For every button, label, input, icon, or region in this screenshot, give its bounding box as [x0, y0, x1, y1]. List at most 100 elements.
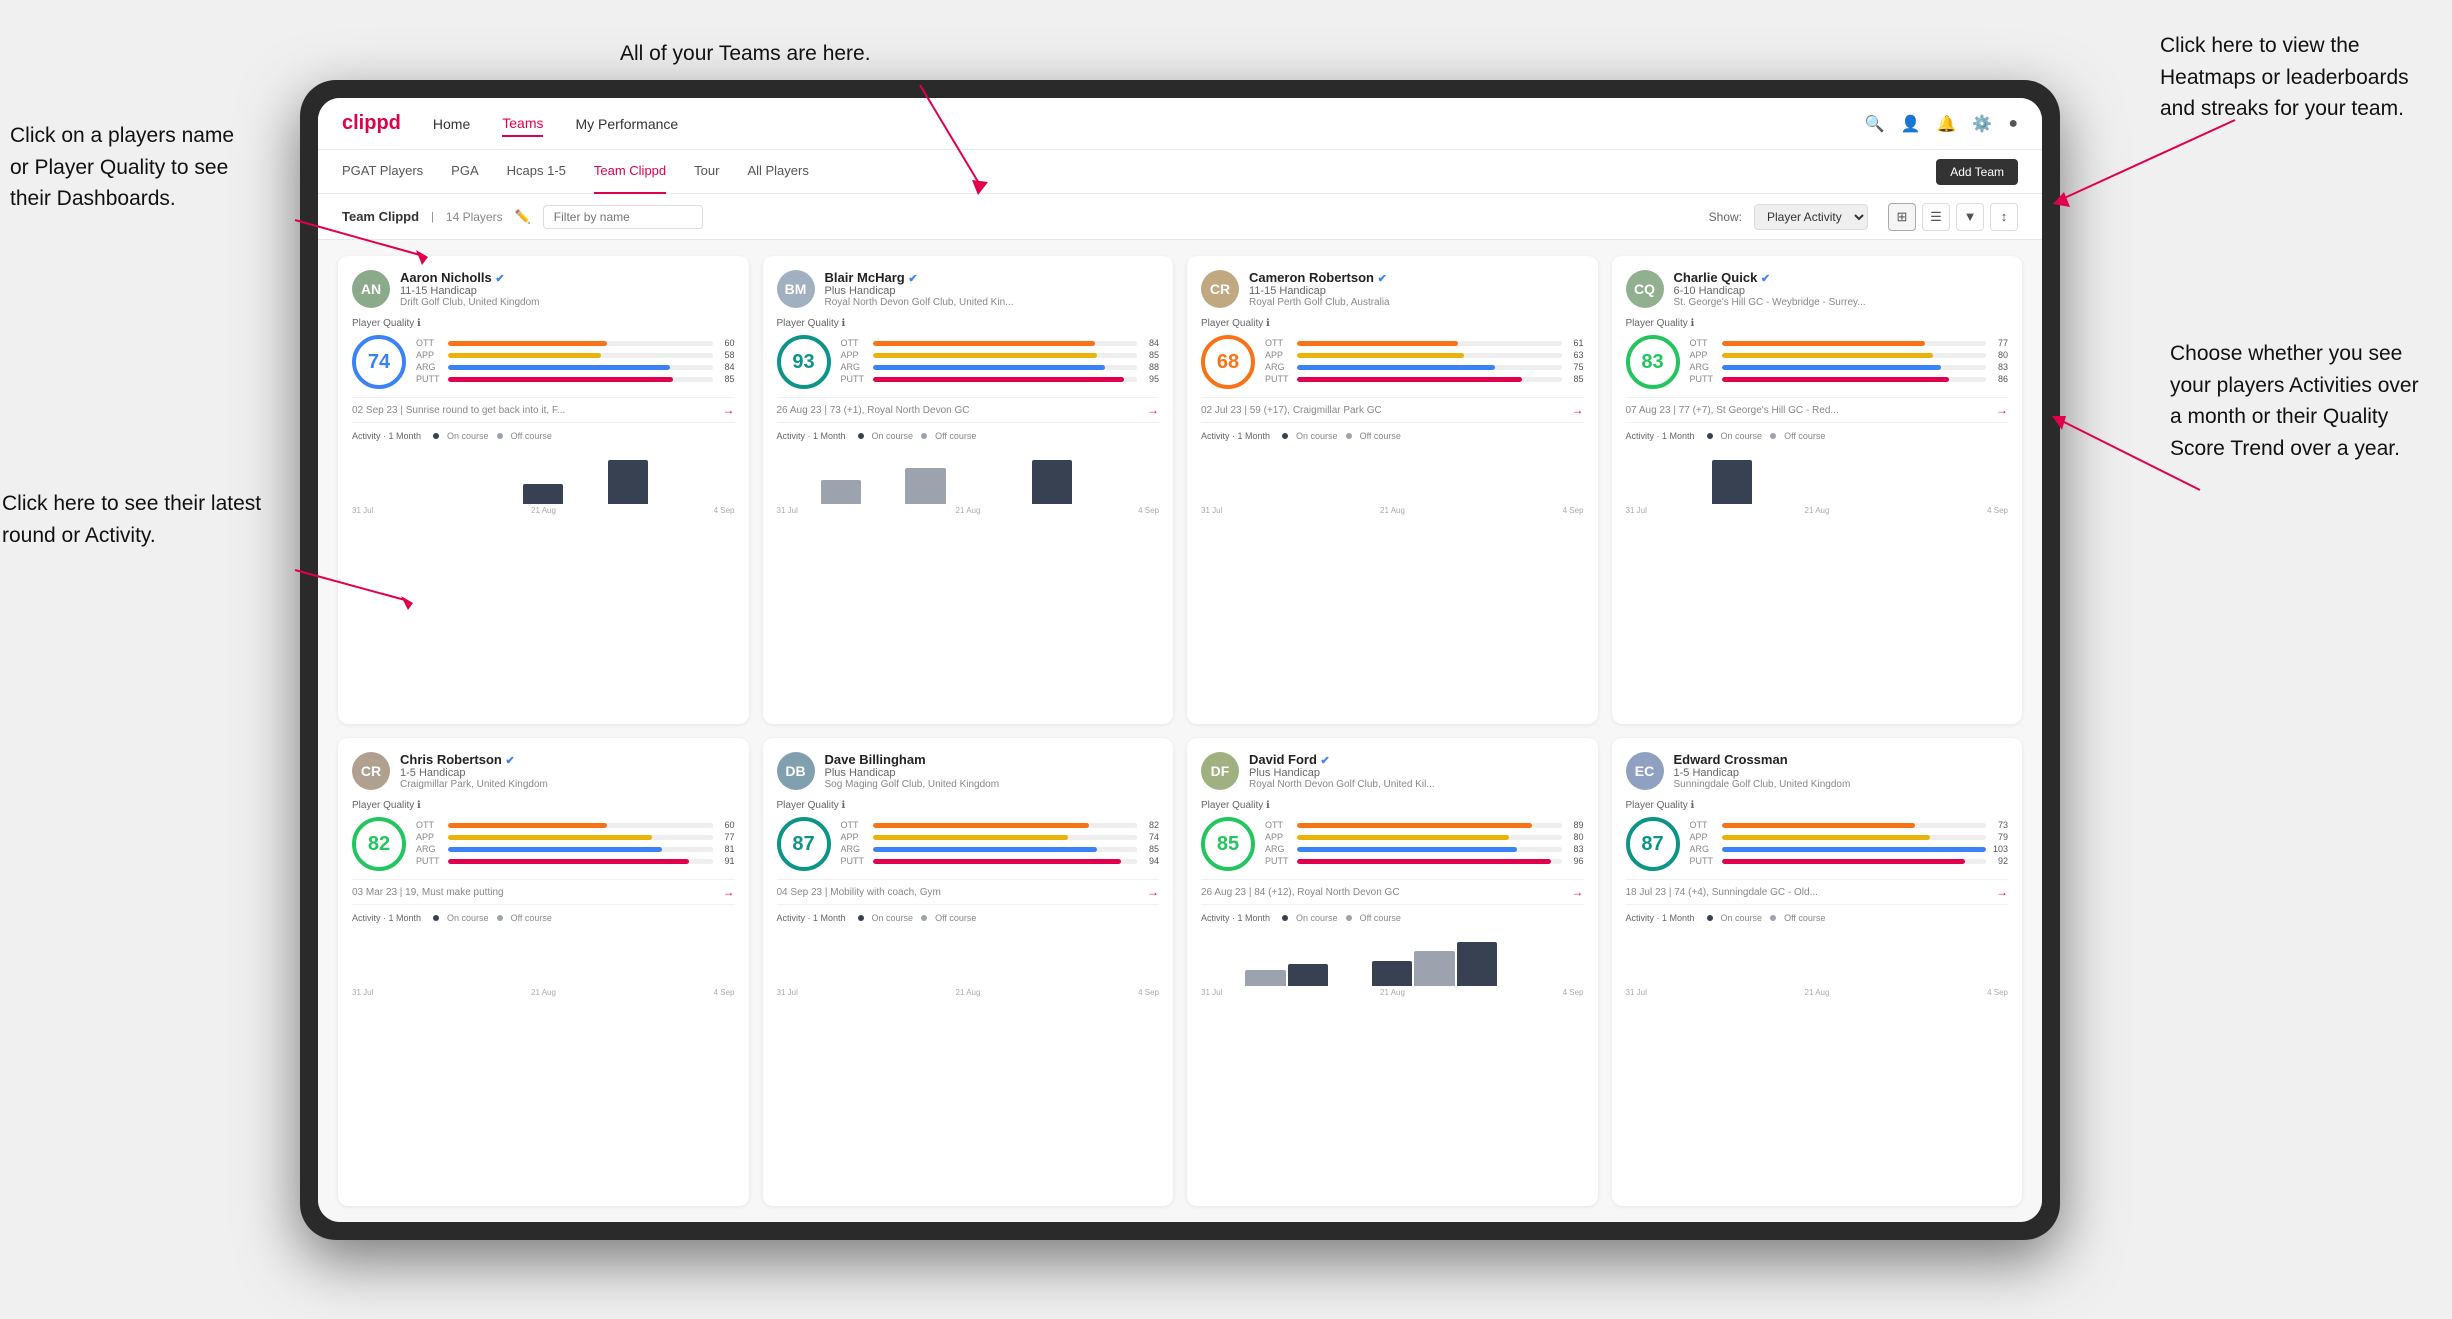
avatar-icon[interactable]: ●: [2008, 115, 2018, 133]
arrow-right-icon[interactable]: →: [1572, 403, 1584, 417]
annotation-player-name: Click on a players nameor Player Quality…: [10, 120, 234, 215]
last-round[interactable]: 02 Jul 23 | 59 (+17), Craigmillar Park G…: [1201, 397, 1584, 423]
player-name[interactable]: Aaron Nicholls ✔: [400, 270, 735, 285]
players-grid: AN Aaron Nicholls ✔ 11-15 Handicap Drift…: [318, 240, 2042, 1222]
quality-circle[interactable]: 82: [352, 817, 406, 871]
stat-value: 80: [1990, 350, 2008, 360]
sub-nav-pgat[interactable]: PGAT Players: [342, 150, 423, 194]
player-card[interactable]: CQ Charlie Quick ✔ 6-10 Handicap St. Geo…: [1612, 256, 2023, 724]
last-round[interactable]: 18 Jul 23 | 74 (+4), Sunningdale GC - Ol…: [1626, 879, 2009, 905]
last-round[interactable]: 26 Aug 23 | 84 (+12), Royal North Devon …: [1201, 879, 1584, 905]
stats-grid: OTT 60 APP 58 ARG 84 PU: [416, 338, 735, 386]
stat-bar: [1722, 365, 1942, 370]
off-course-label: Off course: [511, 431, 552, 441]
player-name[interactable]: Cameron Robertson ✔: [1249, 270, 1584, 285]
list-view-button[interactable]: ☰: [1922, 203, 1950, 231]
player-name[interactable]: Blair McHarg ✔: [825, 270, 1160, 285]
quality-section[interactable]: 93 OTT 84 APP 85 ARG 88: [777, 335, 1160, 389]
quality-circle[interactable]: 74: [352, 335, 406, 389]
off-course-dot: [497, 915, 503, 921]
last-round[interactable]: 07 Aug 23 | 77 (+7), St George's Hill GC…: [1626, 397, 2009, 423]
add-team-button[interactable]: Add Team: [1936, 159, 2018, 185]
stat-bar-bg: [448, 341, 713, 346]
player-card[interactable]: DF David Ford ✔ Plus Handicap Royal Nort…: [1187, 738, 1598, 1206]
stat-label: ARG: [416, 844, 444, 854]
filter-input[interactable]: [543, 205, 703, 229]
search-icon[interactable]: 🔍: [1865, 114, 1885, 134]
last-round[interactable]: 26 Aug 23 | 73 (+1), Royal North Devon G…: [777, 397, 1160, 423]
stat-row: OTT 84: [841, 338, 1160, 348]
filter-button[interactable]: ▼: [1956, 203, 1984, 231]
last-round[interactable]: 02 Sep 23 | Sunrise round to get back in…: [352, 397, 735, 423]
player-card[interactable]: CR Cameron Robertson ✔ 11-15 Handicap Ro…: [1187, 256, 1598, 724]
quality-section[interactable]: 74 OTT 60 APP 58 ARG 84: [352, 335, 735, 389]
arrow-right-icon[interactable]: →: [723, 403, 735, 417]
stat-value: 75: [1566, 362, 1584, 372]
player-name[interactable]: David Ford ✔: [1249, 752, 1584, 767]
arrow-right-icon[interactable]: →: [1996, 403, 2008, 417]
stat-label: ARG: [1265, 844, 1293, 854]
last-round[interactable]: 03 Mar 23 | 19, Must make putting →: [352, 879, 735, 905]
chart-label-end: 4 Sep: [714, 506, 735, 515]
quality-circle[interactable]: 87: [1626, 817, 1680, 871]
stat-label: OTT: [841, 820, 869, 830]
quality-section[interactable]: 87 OTT 73 APP 79 ARG 10: [1626, 817, 2009, 871]
quality-circle[interactable]: 93: [777, 335, 831, 389]
player-info: Dave Billingham Plus Handicap Sog Maging…: [825, 752, 1160, 790]
player-name[interactable]: Dave Billingham: [825, 752, 1160, 767]
profile-icon[interactable]: 👤: [1901, 114, 1921, 134]
stat-row: APP 74: [841, 832, 1160, 842]
quality-circle[interactable]: 68: [1201, 335, 1255, 389]
arrow-right-icon[interactable]: →: [1572, 885, 1584, 899]
show-select[interactable]: Player Activity Quality Trend: [1754, 204, 1868, 230]
arrow-right-icon[interactable]: →: [1996, 885, 2008, 899]
player-name[interactable]: Charlie Quick ✔: [1674, 270, 2009, 285]
chart-label-mid: 21 Aug: [1380, 506, 1405, 515]
sub-nav-hcaps[interactable]: Hcaps 1-5: [507, 150, 566, 194]
chart-label-start: 31 Jul: [1201, 988, 1222, 997]
arrow-right-icon[interactable]: →: [723, 885, 735, 899]
chart-labels: 31 Jul 21 Aug 4 Sep: [1626, 506, 2009, 515]
off-course-dot: [1346, 433, 1352, 439]
quality-circle[interactable]: 85: [1201, 817, 1255, 871]
sub-nav-team-clippd[interactable]: Team Clippd: [594, 150, 666, 194]
quality-circle[interactable]: 87: [777, 817, 831, 871]
player-card[interactable]: DB Dave Billingham Plus Handicap Sog Mag…: [763, 738, 1174, 1206]
show-label: Show:: [1709, 210, 1742, 224]
arrow-right-icon[interactable]: →: [1147, 403, 1159, 417]
nav-item-performance[interactable]: My Performance: [575, 112, 678, 136]
grid-view-button[interactable]: ⊞: [1888, 203, 1916, 231]
stat-row: APP 80: [1690, 350, 2009, 360]
settings-icon[interactable]: ⚙️: [1972, 114, 1992, 134]
edit-icon[interactable]: ✏️: [515, 209, 531, 225]
stat-label: OTT: [841, 338, 869, 348]
stat-row: APP 63: [1265, 350, 1584, 360]
stat-bar: [1297, 835, 1509, 840]
quality-section[interactable]: 85 OTT 89 APP 80 ARG 83: [1201, 817, 1584, 871]
stat-label: ARG: [416, 362, 444, 372]
stat-row: ARG 83: [1265, 844, 1584, 854]
last-round[interactable]: 04 Sep 23 | Mobility with coach, Gym →: [777, 879, 1160, 905]
sub-nav-tour[interactable]: Tour: [694, 150, 719, 194]
nav-item-teams[interactable]: Teams: [502, 111, 543, 137]
sub-nav-all-players[interactable]: All Players: [747, 150, 808, 194]
stat-value: 77: [1990, 338, 2008, 348]
nav-item-home[interactable]: Home: [433, 112, 470, 136]
sort-button[interactable]: ↕: [1990, 203, 2018, 231]
quality-section[interactable]: 87 OTT 82 APP 74 ARG 85: [777, 817, 1160, 871]
quality-section[interactable]: 82 OTT 60 APP 77 ARG 81: [352, 817, 735, 871]
quality-circle[interactable]: 83: [1626, 335, 1680, 389]
player-name[interactable]: Edward Crossman: [1674, 752, 2009, 767]
quality-section[interactable]: 68 OTT 61 APP 63 ARG 75: [1201, 335, 1584, 389]
player-card[interactable]: AN Aaron Nicholls ✔ 11-15 Handicap Drift…: [338, 256, 749, 724]
arrow-right-icon[interactable]: →: [1147, 885, 1159, 899]
quality-section[interactable]: 83 OTT 77 APP 80 ARG 83: [1626, 335, 2009, 389]
stat-value: 85: [1566, 374, 1584, 384]
player-card[interactable]: BM Blair McHarg ✔ Plus Handicap Royal No…: [763, 256, 1174, 724]
sub-nav-pga[interactable]: PGA: [451, 150, 478, 194]
player-card[interactable]: CR Chris Robertson ✔ 1-5 Handicap Craigm…: [338, 738, 749, 1206]
player-card[interactable]: EC Edward Crossman 1-5 Handicap Sunningd…: [1612, 738, 2023, 1206]
player-name[interactable]: Chris Robertson ✔: [400, 752, 735, 767]
stat-label: PUTT: [841, 374, 869, 384]
bell-icon[interactable]: 🔔: [1936, 114, 1956, 134]
